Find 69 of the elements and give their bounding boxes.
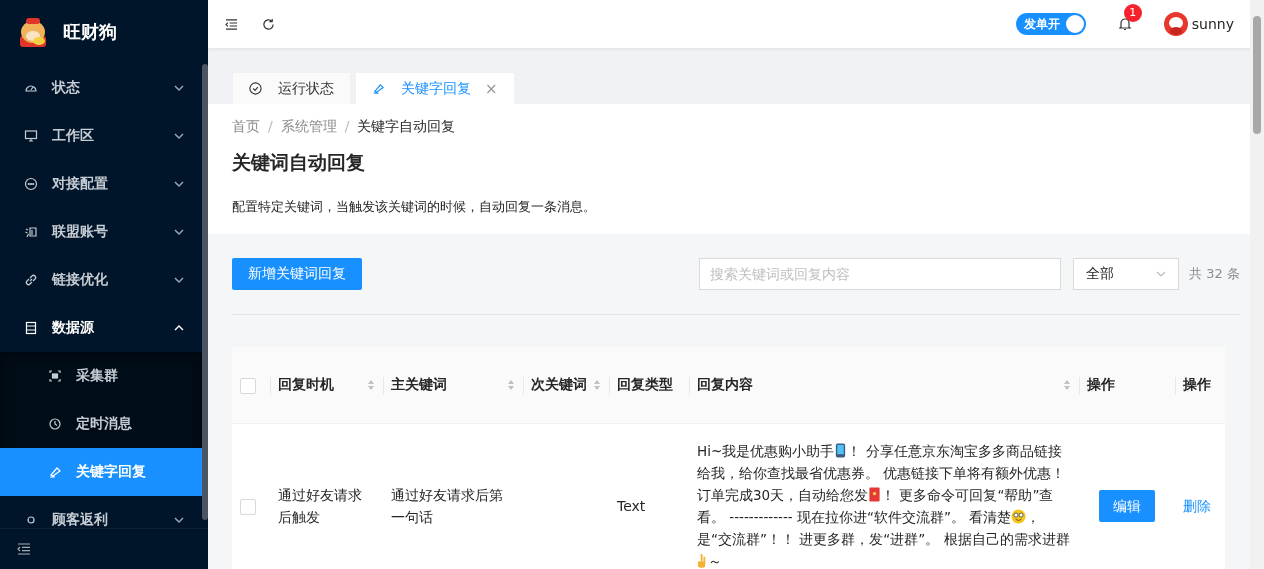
chevron-icon	[174, 325, 184, 331]
scan-icon	[48, 369, 62, 383]
breadcrumb-separator: /	[344, 118, 350, 136]
bell-icon[interactable]	[1117, 17, 1132, 31]
scrollbar-thumb[interactable]	[202, 64, 208, 520]
dog-logo-icon	[17, 16, 49, 48]
select-all-checkbox[interactable]	[240, 377, 256, 394]
chevron-icon	[174, 181, 184, 187]
chevron-icon	[174, 133, 184, 139]
page-title: 关键词自动回复	[232, 150, 366, 175]
sidebar-item[interactable]: 联盟账号	[0, 208, 202, 256]
column-header: 回复时机	[278, 376, 334, 394]
sidebar-item[interactable]: 状态	[0, 64, 202, 112]
table-cell: 通过好友请求后第一句话	[391, 487, 503, 525]
pen-icon	[48, 465, 62, 479]
chat-icon	[24, 177, 38, 191]
sort-icon[interactable]	[1063, 379, 1071, 391]
table-cell: 通过好友请求后触发	[278, 487, 362, 525]
avatar[interactable]	[1163, 12, 1188, 36]
column-header: 回复类型	[617, 376, 673, 394]
sidebar-subitem[interactable]: 定时消息	[0, 400, 202, 448]
collapse-menu-icon[interactable]	[17, 543, 31, 555]
hand-icon	[697, 553, 708, 568]
chevron-icon	[174, 517, 184, 523]
column-header: 次关键词	[531, 376, 587, 394]
total-count: 共 32 条	[1189, 265, 1240, 283]
filter-select[interactable]: 全部	[1073, 258, 1180, 290]
reply-content: Hi~我是优惠购小助手 ！ 分享任意京东淘宝多多商品链接给我，给你查找最省优惠券。 优惠链接下单将有额外优惠！订单完成30天，自动给您发 ！ 更多命令可回复“帮助”查看。 ------------- 现在拉你进“软件交流群”。 看清楚 ，是“交流群”！！ 进更多群，发“进群”。 根据自己的需求进群 ～	[697, 442, 1071, 569]
caret-icon	[1156, 271, 1167, 277]
breadcrumb-item[interactable]: 首页	[232, 118, 260, 136]
scrollbar-thumb[interactable]	[1253, 16, 1261, 134]
chevron-icon	[174, 85, 184, 91]
app-name: 旺财狗	[63, 20, 117, 44]
notification-badge: 1	[1123, 4, 1142, 22]
column-header: 操作	[1183, 376, 1211, 394]
chevron-icon	[174, 277, 184, 283]
page-description: 配置特定关键词，当触发该关键词的时候，自动回复一条消息。	[232, 198, 597, 216]
monitor-icon	[24, 129, 38, 143]
sidebar-item[interactable]: 顾客返利	[0, 496, 202, 528]
sort-icon[interactable]	[367, 379, 375, 391]
envelope-icon	[868, 487, 882, 502]
sidebar-subitem[interactable]: 采集群	[0, 352, 202, 400]
link-icon	[24, 273, 38, 287]
phone-icon	[834, 443, 848, 458]
sidebar-item[interactable]: 数据源	[0, 304, 202, 352]
menu-icon[interactable]	[225, 18, 238, 30]
refresh-icon[interactable]	[262, 17, 275, 31]
clock-icon	[48, 417, 62, 431]
column-header: 回复内容	[697, 376, 753, 394]
smiley-icon	[1011, 509, 1027, 524]
breadcrumb-separator: /	[268, 118, 273, 136]
column-header: 主关键词	[391, 376, 447, 394]
page-tab[interactable]: 运行状态	[232, 72, 351, 104]
sidebar-item[interactable]: 对接配置	[0, 160, 202, 208]
chevron-icon	[174, 229, 184, 235]
column-header: 操作	[1087, 376, 1115, 394]
breadcrumb-item: 关键字自动回复	[357, 118, 456, 136]
pen-icon	[372, 82, 385, 95]
sidebar-item[interactable]: 工作区	[0, 112, 202, 160]
username[interactable]: sunny	[1191, 16, 1234, 32]
list-icon	[24, 321, 38, 335]
sidebar-item[interactable]: 链接优化	[0, 256, 202, 304]
sort-icon[interactable]	[507, 379, 515, 391]
row-checkbox[interactable]	[240, 499, 256, 515]
table-cell: Text	[617, 498, 646, 514]
check-circle-icon	[249, 82, 262, 95]
sort-icon[interactable]	[593, 379, 601, 391]
breadcrumb-item[interactable]: 系统管理	[280, 118, 337, 136]
dot-icon	[24, 513, 38, 527]
